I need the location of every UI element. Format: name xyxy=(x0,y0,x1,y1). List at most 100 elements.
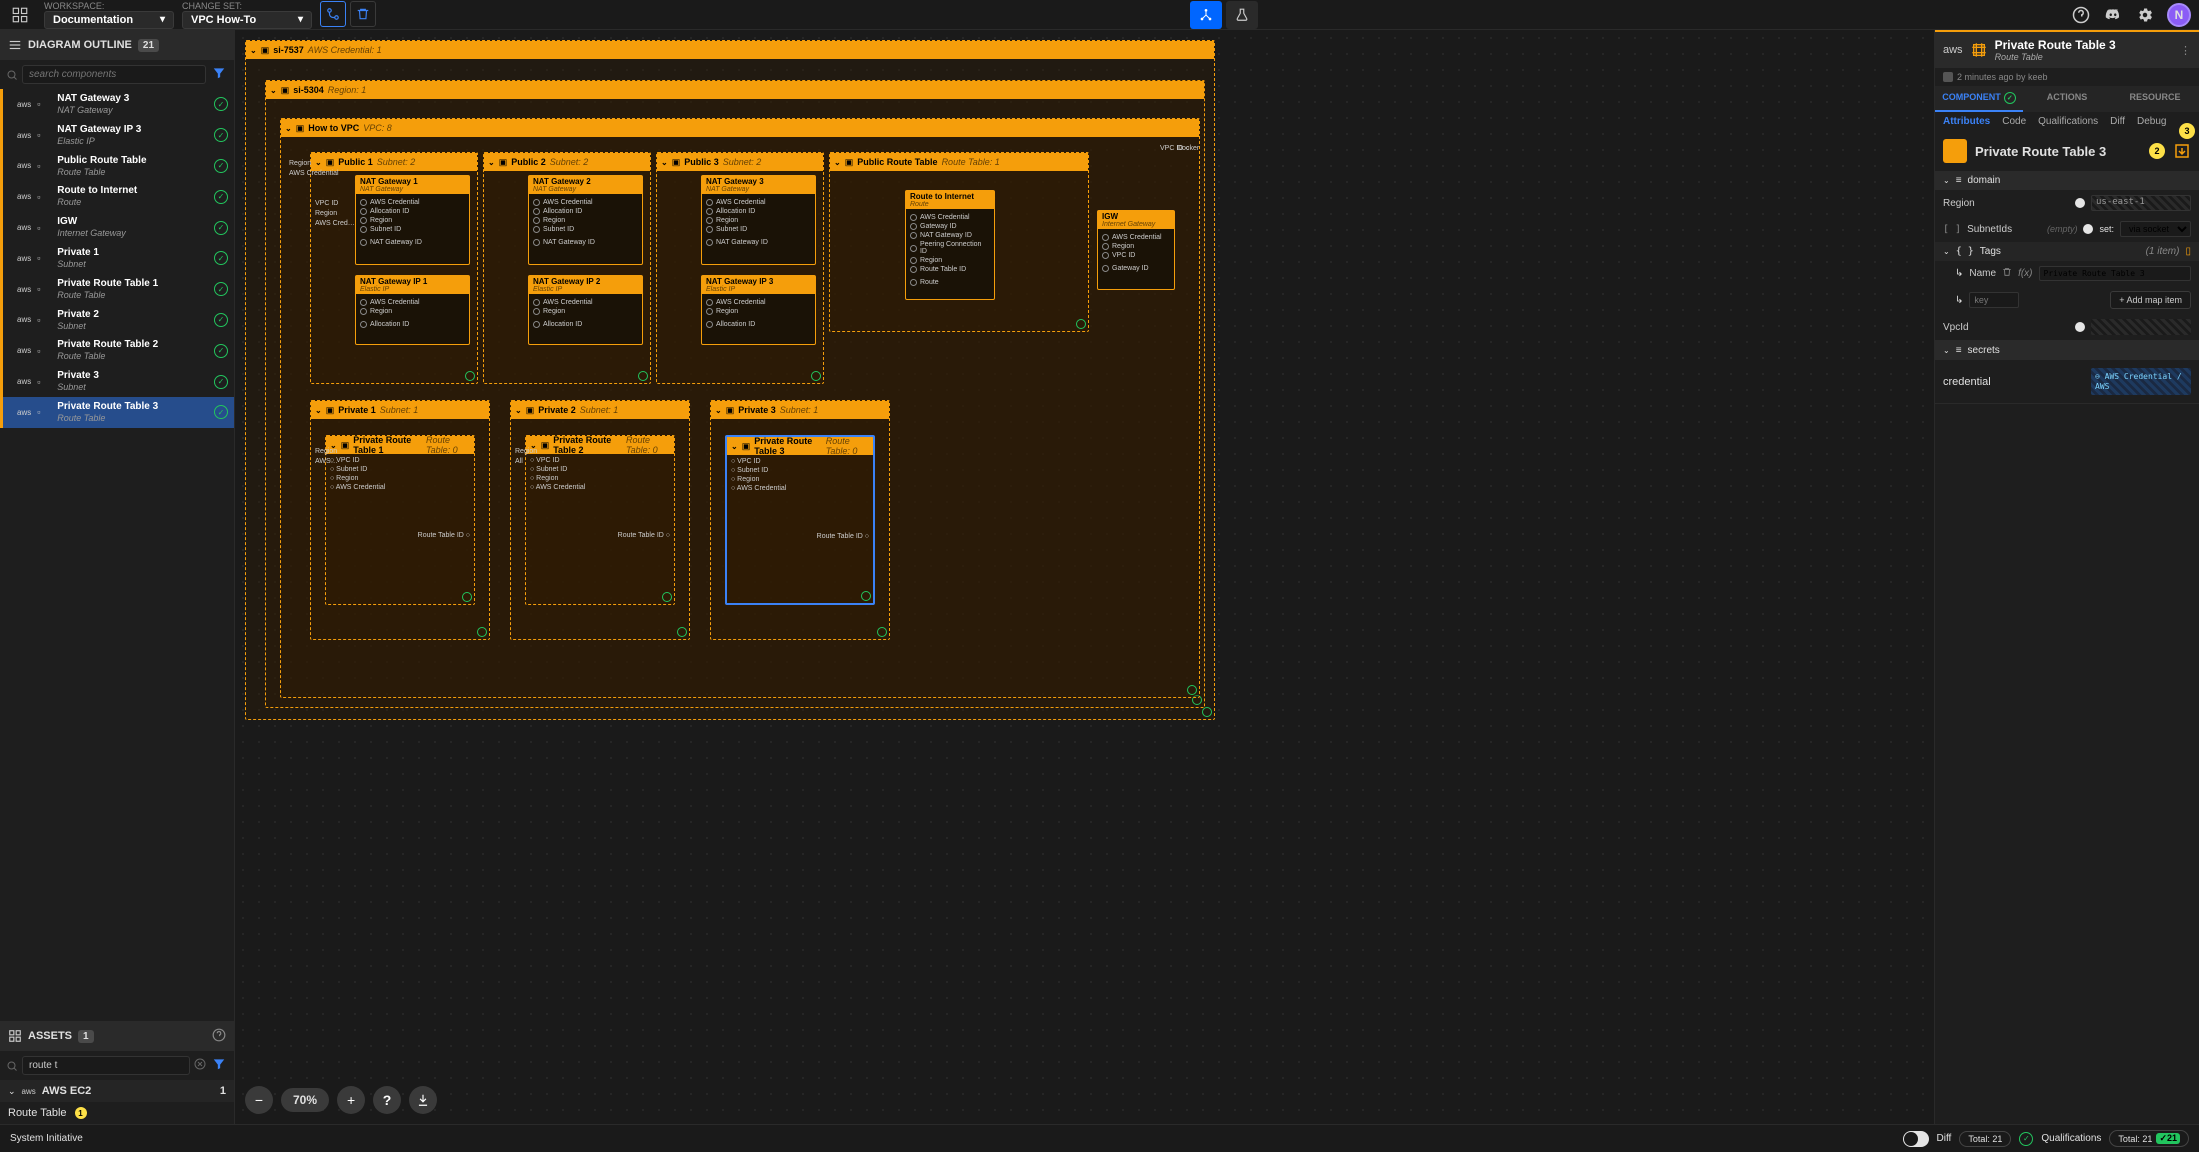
resize-down-icon[interactable] xyxy=(2173,142,2191,160)
edit-tags-icon[interactable]: ▯ xyxy=(2185,246,2191,257)
input-port[interactable]: Region xyxy=(706,216,811,225)
delete-tag-button[interactable] xyxy=(2002,267,2012,280)
input-port[interactable]: ○ Region xyxy=(330,474,470,483)
node-ngip1[interactable]: NAT Gateway IP 1Elastic IP AWS Credentia… xyxy=(355,275,470,345)
input-port[interactable]: AWS Credential xyxy=(360,198,465,207)
attr-region-value[interactable]: us-east-1 xyxy=(2091,195,2191,211)
subtab-attributes[interactable]: Attributes xyxy=(1943,116,1990,127)
credential-value[interactable]: ⊖ AWS Credential / AWS xyxy=(2091,368,2191,395)
assets-filter-button[interactable] xyxy=(210,1055,228,1076)
diagram-canvas[interactable]: ⌄▣si-7537AWS Credential: 1 ⌄▣si-5304Regi… xyxy=(235,30,1934,1124)
input-port[interactable]: AWS Credential xyxy=(706,198,811,207)
color-swatch[interactable] xyxy=(1943,139,1967,163)
outline-item[interactable]: aws ▫ Private 3Subnet ✓ xyxy=(0,366,234,397)
subtab-diff[interactable]: Diff xyxy=(2110,116,2125,127)
changeset-select[interactable]: VPC How-To xyxy=(182,11,312,29)
outline-item[interactable]: aws ▫ Route to InternetRoute ✓ xyxy=(0,181,234,212)
node-ng1[interactable]: NAT Gateway 1NAT Gateway AWS CredentialA… xyxy=(355,175,470,265)
input-port[interactable]: NAT Gateway ID xyxy=(910,231,990,240)
node-ngip2[interactable]: NAT Gateway IP 2Elastic IP AWS Credentia… xyxy=(528,275,643,345)
node-ngip3[interactable]: NAT Gateway IP 3Elastic IP AWS Credentia… xyxy=(701,275,816,345)
frame-prt3[interactable]: ⌄▣Private Route Table 3Route Table: 0 ○ … xyxy=(725,435,875,605)
section-secrets-header[interactable]: ⌄ ≡ secrets xyxy=(1935,341,2199,360)
fx-icon[interactable]: f(x) xyxy=(2018,268,2032,279)
user-avatar[interactable]: N xyxy=(2167,3,2191,27)
input-port[interactable]: Route Table ID xyxy=(910,265,990,274)
input-port[interactable]: ○ Region xyxy=(731,475,869,484)
subnetids-set-select[interactable]: via socket xyxy=(2120,221,2191,237)
output-port[interactable]: Allocation ID xyxy=(360,320,465,329)
input-port[interactable]: ○ Region xyxy=(530,474,670,483)
output-port[interactable]: NAT Gateway ID xyxy=(360,238,465,247)
outline-search-input[interactable] xyxy=(22,65,206,84)
assets-help-icon[interactable] xyxy=(212,1028,226,1045)
subtab-debug[interactable]: Debug xyxy=(2137,116,2166,127)
node-rti[interactable]: Route to InternetRoute AWS CredentialGat… xyxy=(905,190,995,300)
output-port[interactable]: Route xyxy=(910,278,990,287)
input-port[interactable]: Region xyxy=(533,216,638,225)
input-port[interactable]: AWS Credential xyxy=(706,298,811,307)
diff-toggle[interactable] xyxy=(1903,1131,1929,1147)
output-port[interactable]: NAT Gateway ID xyxy=(706,238,811,247)
clear-search-button[interactable] xyxy=(194,1058,206,1073)
input-port[interactable]: ○ VPC ID xyxy=(731,457,869,466)
outline-item[interactable]: aws ▫ Public Route TableRoute Table ✓ xyxy=(0,151,234,182)
input-port[interactable]: VPC ID xyxy=(1102,251,1170,260)
merge-button[interactable] xyxy=(320,1,346,27)
socket-indicator[interactable] xyxy=(2075,322,2085,332)
tab-actions[interactable]: ACTIONS xyxy=(2023,86,2111,112)
input-port[interactable]: AWS Credential xyxy=(360,298,465,307)
tag-value-input[interactable] xyxy=(2039,266,2191,281)
attr-vpcid-value[interactable] xyxy=(2091,319,2191,335)
input-port[interactable]: ○ AWS Credential xyxy=(530,483,670,492)
input-port[interactable]: ○ Subnet ID xyxy=(530,465,670,474)
frame-prt1[interactable]: ⌄▣Private Route Table 1Route Table: 0 ○ … xyxy=(325,435,475,605)
input-port[interactable]: Allocation ID xyxy=(360,207,465,216)
output-port[interactable]: Gateway ID xyxy=(1102,264,1170,273)
input-port[interactable]: AWS Credential xyxy=(533,298,638,307)
input-port[interactable]: Region xyxy=(910,256,990,265)
canvas-help-button[interactable]: ? xyxy=(373,1086,401,1114)
workspace-select[interactable]: Documentation xyxy=(44,11,174,29)
input-port[interactable]: AWS Credential xyxy=(533,198,638,207)
component-name-field[interactable]: Private Route Table 3 xyxy=(1975,144,2141,159)
frame-prt2[interactable]: ⌄▣Private Route Table 2Route Table: 0 ○ … xyxy=(525,435,675,605)
lab-view-button[interactable] xyxy=(1226,1,1258,29)
input-port[interactable]: Subnet ID xyxy=(706,225,811,234)
app-logo[interactable] xyxy=(8,3,32,27)
outline-item[interactable]: aws ▫ Private 1Subnet ✓ xyxy=(0,243,234,274)
discord-icon[interactable] xyxy=(2103,5,2123,25)
input-port[interactable]: Region xyxy=(706,307,811,316)
settings-icon[interactable] xyxy=(2135,5,2155,25)
asset-item-route-table[interactable]: Route Table 1 xyxy=(0,1102,234,1124)
section-domain-header[interactable]: ⌄ ≡ domain xyxy=(1935,171,2199,190)
input-port[interactable]: ○ Subnet ID xyxy=(731,466,869,475)
assets-search-input[interactable] xyxy=(22,1056,190,1075)
socket-indicator[interactable] xyxy=(2075,198,2085,208)
outline-item[interactable]: aws ▫ IGWInternet Gateway ✓ xyxy=(0,212,234,243)
input-port[interactable]: Region xyxy=(533,307,638,316)
input-port[interactable]: ○ AWS Credential xyxy=(731,484,869,493)
input-port[interactable]: Subnet ID xyxy=(360,225,465,234)
outline-filter-button[interactable] xyxy=(210,64,228,85)
input-port[interactable]: Allocation ID xyxy=(533,207,638,216)
input-port[interactable]: ○ Subnet ID xyxy=(330,465,470,474)
delete-changeset-button[interactable] xyxy=(350,1,376,27)
socket-indicator[interactable] xyxy=(2083,224,2093,234)
tab-component[interactable]: COMPONENT✓ xyxy=(1935,86,2023,112)
input-port[interactable]: AWS Credential xyxy=(1102,233,1170,242)
input-port[interactable]: ○ AWS Credential xyxy=(330,483,470,492)
outline-item[interactable]: aws ▫ Private Route Table 2Route Table ✓ xyxy=(0,335,234,366)
output-port[interactable]: Allocation ID xyxy=(533,320,638,329)
tab-resource[interactable]: RESOURCE xyxy=(2111,86,2199,112)
input-port[interactable]: Peering Connection ID xyxy=(910,240,990,256)
input-port[interactable]: Region xyxy=(360,216,465,225)
input-port[interactable]: Region xyxy=(360,307,465,316)
subtab-qualifications[interactable]: Qualifications xyxy=(2038,116,2098,127)
outline-item[interactable]: aws ▫ NAT Gateway 3NAT Gateway ✓ xyxy=(0,89,234,120)
input-port[interactable]: ○ VPC ID xyxy=(530,456,670,465)
section-tags-header[interactable]: ⌄ { } Tags (1 item) ▯ xyxy=(1935,242,2199,261)
input-port[interactable]: Gateway ID xyxy=(910,222,990,231)
help-icon[interactable] xyxy=(2071,5,2091,25)
outline-item[interactable]: aws ▫ Private Route Table 3Route Table ✓ xyxy=(0,397,234,428)
